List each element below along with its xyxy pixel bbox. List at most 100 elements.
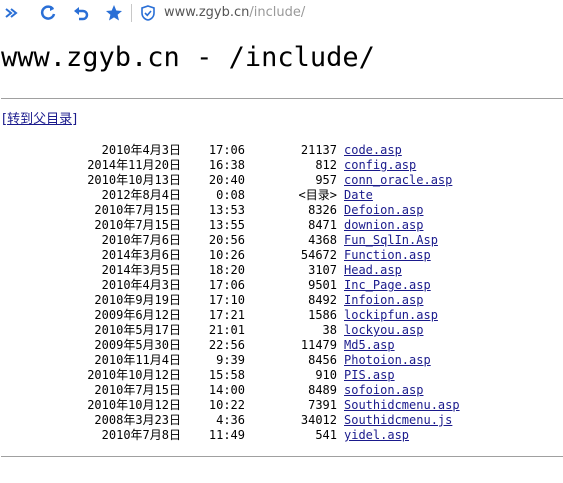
listing-row: 2010年4月3日 17:06 9501 Inc_Page.asp [0,278,563,293]
listing-row: 2014年3月6日 10:26 54672 Function.asp [0,248,563,263]
undo-icon[interactable] [70,2,92,24]
entry-time: 10:26 [208,248,245,262]
entry-link[interactable]: sofoion.asp [344,383,423,398]
entry-date: 2014年3月6日 [101,248,181,262]
top-divider [1,98,563,99]
entry-date: 2010年10月12日 [87,368,181,382]
entry-date: 2014年3月5日 [101,263,181,277]
entry-size: <目录> [298,188,337,202]
entry-link[interactable]: Photoion.asp [344,353,431,368]
entry-link[interactable]: Inc_Page.asp [344,278,431,293]
listing-row: 2010年10月12日 15:58 910 PIS.asp [0,368,563,383]
entry-link[interactable]: Md5.asp [344,338,395,353]
url-host: www.zgyb.cn [164,5,250,20]
entry-time: 4:36 [216,413,245,427]
entry-date: 2010年9月19日 [94,293,181,307]
entry-time: 11:49 [208,428,245,442]
listing-row: 2010年7月15日 14:00 8489 sofoion.asp [0,383,563,398]
url-path: /include/ [249,5,306,20]
security-shield-icon[interactable] [137,2,159,24]
entry-size: 54672 [300,248,337,262]
entry-date: 2012年8月4日 [101,188,181,202]
entry-date: 2010年11月4日 [94,353,181,367]
listing-row: 2010年11月4日 9:39 8456 Photoion.asp [0,353,563,368]
entry-date: 2009年5月30日 [94,338,181,352]
entry-size: 7391 [308,398,337,412]
entry-link[interactable]: PIS.asp [344,368,395,383]
entry-size: 812 [315,158,337,172]
entry-date: 2010年10月13日 [87,173,181,187]
entry-time: 10:22 [208,398,245,412]
entry-date: 2010年4月3日 [101,278,181,292]
refresh-icon[interactable] [37,2,59,24]
entry-link[interactable]: Function.asp [344,248,431,263]
entry-time: 17:06 [208,143,245,157]
listing-row: 2010年9月19日 17:10 8492 Infoion.asp [0,293,563,308]
entry-link[interactable]: Southidcmenu.asp [344,398,460,413]
entry-link[interactable]: config.asp [344,158,416,173]
entry-time: 17:06 [208,278,245,292]
listing-row: 2010年7月15日 13:55 8471 downion.asp [0,218,563,233]
page-title: www.zgyb.cn - /include/ [1,42,375,73]
entry-link[interactable]: yidel.asp [344,428,409,443]
bottom-divider [1,456,563,457]
entry-link[interactable]: code.asp [344,143,402,158]
favorite-star-icon[interactable] [103,2,125,24]
entry-date: 2008年3月23日 [94,413,181,427]
listing-row: 2008年3月23日 4:36 34012 Southidcmenu.js [0,413,563,428]
entry-link[interactable]: Defoion.asp [344,203,423,218]
entry-size: 21137 [300,143,337,157]
entry-size: 11479 [300,338,337,352]
entry-size: 9501 [308,278,337,292]
entry-size: 4368 [308,233,337,247]
listing-row: 2010年10月12日 10:22 7391 Southidcmenu.asp [0,398,563,413]
entry-size: 1586 [308,308,337,322]
entry-time: 13:53 [208,203,245,217]
entry-time: 18:20 [208,263,245,277]
entry-link[interactable]: Southidcmenu.js [344,413,452,428]
entry-link[interactable]: Infoion.asp [344,293,423,308]
entry-time: 22:56 [208,338,245,352]
listing-row: 2010年7月6日 20:56 4368 Fun_SqlIn.Asp [0,233,563,248]
entry-size: 34012 [300,413,337,427]
entry-date: 2010年7月15日 [94,218,181,232]
address-separator [131,4,132,22]
entry-date: 2009年6月12日 [94,308,181,322]
collapse-icon[interactable] [0,2,22,24]
entry-date: 2010年4月3日 [101,143,181,157]
entry-time: 0:08 [216,188,245,202]
address-bar[interactable]: www.zgyb.cn/include/ [164,4,305,22]
parent-directory-link[interactable]: [转到父目录] [2,111,77,129]
entry-size: 8492 [308,293,337,307]
entry-size: 8471 [308,218,337,232]
entry-date: 2010年7月8日 [101,428,181,442]
listing-row: 2014年3月5日 18:20 3107 Head.asp [0,263,563,278]
entry-size: 8489 [308,383,337,397]
entry-time: 13:55 [208,218,245,232]
entry-date: 2010年7月6日 [101,233,181,247]
entry-size: 541 [315,428,337,442]
entry-date: 2010年7月15日 [94,383,181,397]
entry-link[interactable]: lockyou.asp [344,323,423,338]
entry-size: 3107 [308,263,337,277]
listing-row: 2010年5月17日 21:01 38 lockyou.asp [0,323,563,338]
listing-row: 2009年5月30日 22:56 11479 Md5.asp [0,338,563,353]
entry-link[interactable]: Head.asp [344,263,402,278]
listing-row: 2009年6月12日 17:21 1586 lockipfun.asp [0,308,563,323]
listing-row: 2010年7月15日 13:53 8326 Defoion.asp [0,203,563,218]
entry-link[interactable]: lockipfun.asp [344,308,438,323]
listing-row: 2010年4月3日 17:06 21137 code.asp [0,143,563,158]
entry-date: 2010年10月12日 [87,398,181,412]
browser-toolbar: www.zgyb.cn/include/ [0,0,563,26]
entry-size: 910 [315,368,337,382]
entry-time: 9:39 [216,353,245,367]
entry-link[interactable]: Date [344,188,373,203]
entry-link[interactable]: downion.asp [344,218,423,233]
listing-row: 2010年7月8日 11:49 541 yidel.asp [0,428,563,443]
entry-time: 17:10 [208,293,245,307]
entry-time: 21:01 [208,323,245,337]
entry-size: 8326 [308,203,337,217]
entry-link[interactable]: Fun_SqlIn.Asp [344,233,438,248]
entry-link[interactable]: conn_oracle.asp [344,173,452,188]
entry-time: 15:58 [208,368,245,382]
